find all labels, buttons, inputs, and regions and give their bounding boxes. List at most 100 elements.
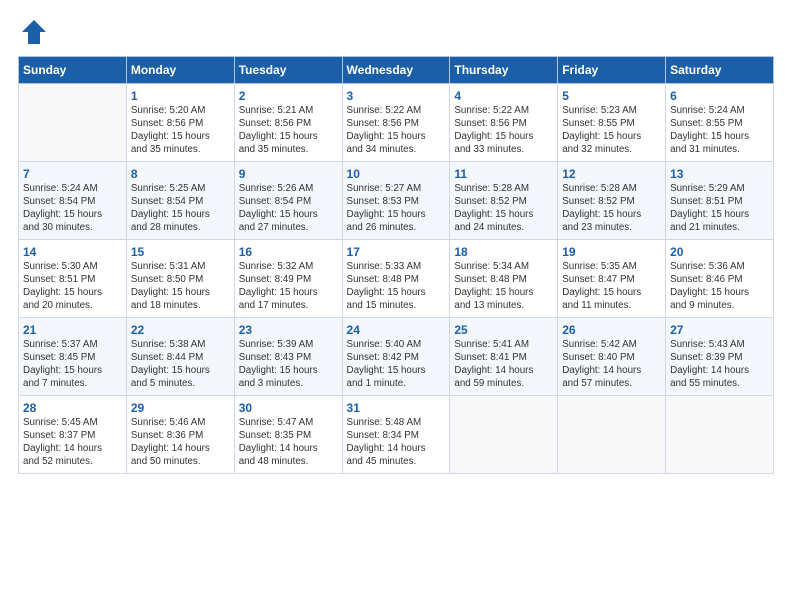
day-number: 10	[347, 166, 446, 182]
day-cell: 26Sunrise: 5:42 AMSunset: 8:40 PMDayligh…	[558, 318, 666, 396]
day-cell: 13Sunrise: 5:29 AMSunset: 8:51 PMDayligh…	[666, 162, 774, 240]
col-tuesday: Tuesday	[234, 57, 342, 84]
day-info: Sunrise: 5:41 AMSunset: 8:41 PMDaylight:…	[454, 339, 553, 391]
day-number: 3	[347, 88, 446, 104]
day-info: Sunrise: 5:20 AMSunset: 8:56 PMDaylight:…	[131, 105, 230, 157]
day-number: 24	[347, 322, 446, 338]
week-row-3: 14Sunrise: 5:30 AMSunset: 8:51 PMDayligh…	[19, 240, 774, 318]
day-cell: 30Sunrise: 5:47 AMSunset: 8:35 PMDayligh…	[234, 396, 342, 474]
day-cell: 23Sunrise: 5:39 AMSunset: 8:43 PMDayligh…	[234, 318, 342, 396]
logo	[18, 18, 48, 46]
day-number: 4	[454, 88, 553, 104]
calendar-table: Sunday Monday Tuesday Wednesday Thursday…	[18, 56, 774, 474]
day-number: 30	[239, 400, 338, 416]
day-number: 26	[562, 322, 661, 338]
col-monday: Monday	[126, 57, 234, 84]
day-number: 1	[131, 88, 230, 104]
col-thursday: Thursday	[450, 57, 558, 84]
day-info: Sunrise: 5:43 AMSunset: 8:39 PMDaylight:…	[670, 339, 769, 391]
day-cell: 29Sunrise: 5:46 AMSunset: 8:36 PMDayligh…	[126, 396, 234, 474]
day-cell: 19Sunrise: 5:35 AMSunset: 8:47 PMDayligh…	[558, 240, 666, 318]
day-number: 5	[562, 88, 661, 104]
day-cell	[666, 396, 774, 474]
day-cell: 5Sunrise: 5:23 AMSunset: 8:55 PMDaylight…	[558, 84, 666, 162]
day-cell: 15Sunrise: 5:31 AMSunset: 8:50 PMDayligh…	[126, 240, 234, 318]
day-cell: 17Sunrise: 5:33 AMSunset: 8:48 PMDayligh…	[342, 240, 450, 318]
week-row-5: 28Sunrise: 5:45 AMSunset: 8:37 PMDayligh…	[19, 396, 774, 474]
day-cell: 24Sunrise: 5:40 AMSunset: 8:42 PMDayligh…	[342, 318, 450, 396]
day-number: 17	[347, 244, 446, 260]
day-info: Sunrise: 5:42 AMSunset: 8:40 PMDaylight:…	[562, 339, 661, 391]
day-cell: 9Sunrise: 5:26 AMSunset: 8:54 PMDaylight…	[234, 162, 342, 240]
day-info: Sunrise: 5:22 AMSunset: 8:56 PMDaylight:…	[347, 105, 446, 157]
day-number: 22	[131, 322, 230, 338]
day-info: Sunrise: 5:46 AMSunset: 8:36 PMDaylight:…	[131, 417, 230, 469]
day-cell: 18Sunrise: 5:34 AMSunset: 8:48 PMDayligh…	[450, 240, 558, 318]
day-number: 28	[23, 400, 122, 416]
day-cell: 21Sunrise: 5:37 AMSunset: 8:45 PMDayligh…	[19, 318, 127, 396]
day-info: Sunrise: 5:26 AMSunset: 8:54 PMDaylight:…	[239, 183, 338, 235]
day-info: Sunrise: 5:24 AMSunset: 8:55 PMDaylight:…	[670, 105, 769, 157]
day-number: 9	[239, 166, 338, 182]
day-number: 11	[454, 166, 553, 182]
day-cell: 14Sunrise: 5:30 AMSunset: 8:51 PMDayligh…	[19, 240, 127, 318]
day-info: Sunrise: 5:28 AMSunset: 8:52 PMDaylight:…	[562, 183, 661, 235]
week-row-4: 21Sunrise: 5:37 AMSunset: 8:45 PMDayligh…	[19, 318, 774, 396]
day-cell: 8Sunrise: 5:25 AMSunset: 8:54 PMDaylight…	[126, 162, 234, 240]
week-row-1: 1Sunrise: 5:20 AMSunset: 8:56 PMDaylight…	[19, 84, 774, 162]
logo-icon	[20, 18, 48, 46]
day-cell: 3Sunrise: 5:22 AMSunset: 8:56 PMDaylight…	[342, 84, 450, 162]
day-info: Sunrise: 5:37 AMSunset: 8:45 PMDaylight:…	[23, 339, 122, 391]
day-number: 20	[670, 244, 769, 260]
day-number: 16	[239, 244, 338, 260]
header	[18, 18, 774, 46]
day-info: Sunrise: 5:21 AMSunset: 8:56 PMDaylight:…	[239, 105, 338, 157]
day-info: Sunrise: 5:27 AMSunset: 8:53 PMDaylight:…	[347, 183, 446, 235]
day-number: 29	[131, 400, 230, 416]
day-info: Sunrise: 5:34 AMSunset: 8:48 PMDaylight:…	[454, 261, 553, 313]
page: Sunday Monday Tuesday Wednesday Thursday…	[0, 0, 792, 612]
day-cell: 20Sunrise: 5:36 AMSunset: 8:46 PMDayligh…	[666, 240, 774, 318]
day-info: Sunrise: 5:25 AMSunset: 8:54 PMDaylight:…	[131, 183, 230, 235]
day-info: Sunrise: 5:23 AMSunset: 8:55 PMDaylight:…	[562, 105, 661, 157]
day-info: Sunrise: 5:45 AMSunset: 8:37 PMDaylight:…	[23, 417, 122, 469]
day-info: Sunrise: 5:35 AMSunset: 8:47 PMDaylight:…	[562, 261, 661, 313]
day-cell: 1Sunrise: 5:20 AMSunset: 8:56 PMDaylight…	[126, 84, 234, 162]
day-info: Sunrise: 5:40 AMSunset: 8:42 PMDaylight:…	[347, 339, 446, 391]
day-number: 27	[670, 322, 769, 338]
day-number: 14	[23, 244, 122, 260]
day-info: Sunrise: 5:22 AMSunset: 8:56 PMDaylight:…	[454, 105, 553, 157]
day-number: 8	[131, 166, 230, 182]
week-row-2: 7Sunrise: 5:24 AMSunset: 8:54 PMDaylight…	[19, 162, 774, 240]
day-cell: 10Sunrise: 5:27 AMSunset: 8:53 PMDayligh…	[342, 162, 450, 240]
day-info: Sunrise: 5:39 AMSunset: 8:43 PMDaylight:…	[239, 339, 338, 391]
col-wednesday: Wednesday	[342, 57, 450, 84]
day-cell: 12Sunrise: 5:28 AMSunset: 8:52 PMDayligh…	[558, 162, 666, 240]
day-cell: 7Sunrise: 5:24 AMSunset: 8:54 PMDaylight…	[19, 162, 127, 240]
day-cell: 2Sunrise: 5:21 AMSunset: 8:56 PMDaylight…	[234, 84, 342, 162]
day-cell: 27Sunrise: 5:43 AMSunset: 8:39 PMDayligh…	[666, 318, 774, 396]
day-number: 25	[454, 322, 553, 338]
day-info: Sunrise: 5:24 AMSunset: 8:54 PMDaylight:…	[23, 183, 122, 235]
day-number: 13	[670, 166, 769, 182]
day-cell: 22Sunrise: 5:38 AMSunset: 8:44 PMDayligh…	[126, 318, 234, 396]
day-info: Sunrise: 5:28 AMSunset: 8:52 PMDaylight:…	[454, 183, 553, 235]
day-info: Sunrise: 5:47 AMSunset: 8:35 PMDaylight:…	[239, 417, 338, 469]
day-cell	[19, 84, 127, 162]
day-cell: 31Sunrise: 5:48 AMSunset: 8:34 PMDayligh…	[342, 396, 450, 474]
day-info: Sunrise: 5:48 AMSunset: 8:34 PMDaylight:…	[347, 417, 446, 469]
day-cell: 11Sunrise: 5:28 AMSunset: 8:52 PMDayligh…	[450, 162, 558, 240]
day-cell: 28Sunrise: 5:45 AMSunset: 8:37 PMDayligh…	[19, 396, 127, 474]
day-info: Sunrise: 5:31 AMSunset: 8:50 PMDaylight:…	[131, 261, 230, 313]
col-saturday: Saturday	[666, 57, 774, 84]
day-cell: 25Sunrise: 5:41 AMSunset: 8:41 PMDayligh…	[450, 318, 558, 396]
day-number: 21	[23, 322, 122, 338]
header-row: Sunday Monday Tuesday Wednesday Thursday…	[19, 57, 774, 84]
day-number: 6	[670, 88, 769, 104]
day-info: Sunrise: 5:38 AMSunset: 8:44 PMDaylight:…	[131, 339, 230, 391]
day-cell: 6Sunrise: 5:24 AMSunset: 8:55 PMDaylight…	[666, 84, 774, 162]
day-number: 12	[562, 166, 661, 182]
day-number: 23	[239, 322, 338, 338]
day-info: Sunrise: 5:36 AMSunset: 8:46 PMDaylight:…	[670, 261, 769, 313]
col-sunday: Sunday	[19, 57, 127, 84]
